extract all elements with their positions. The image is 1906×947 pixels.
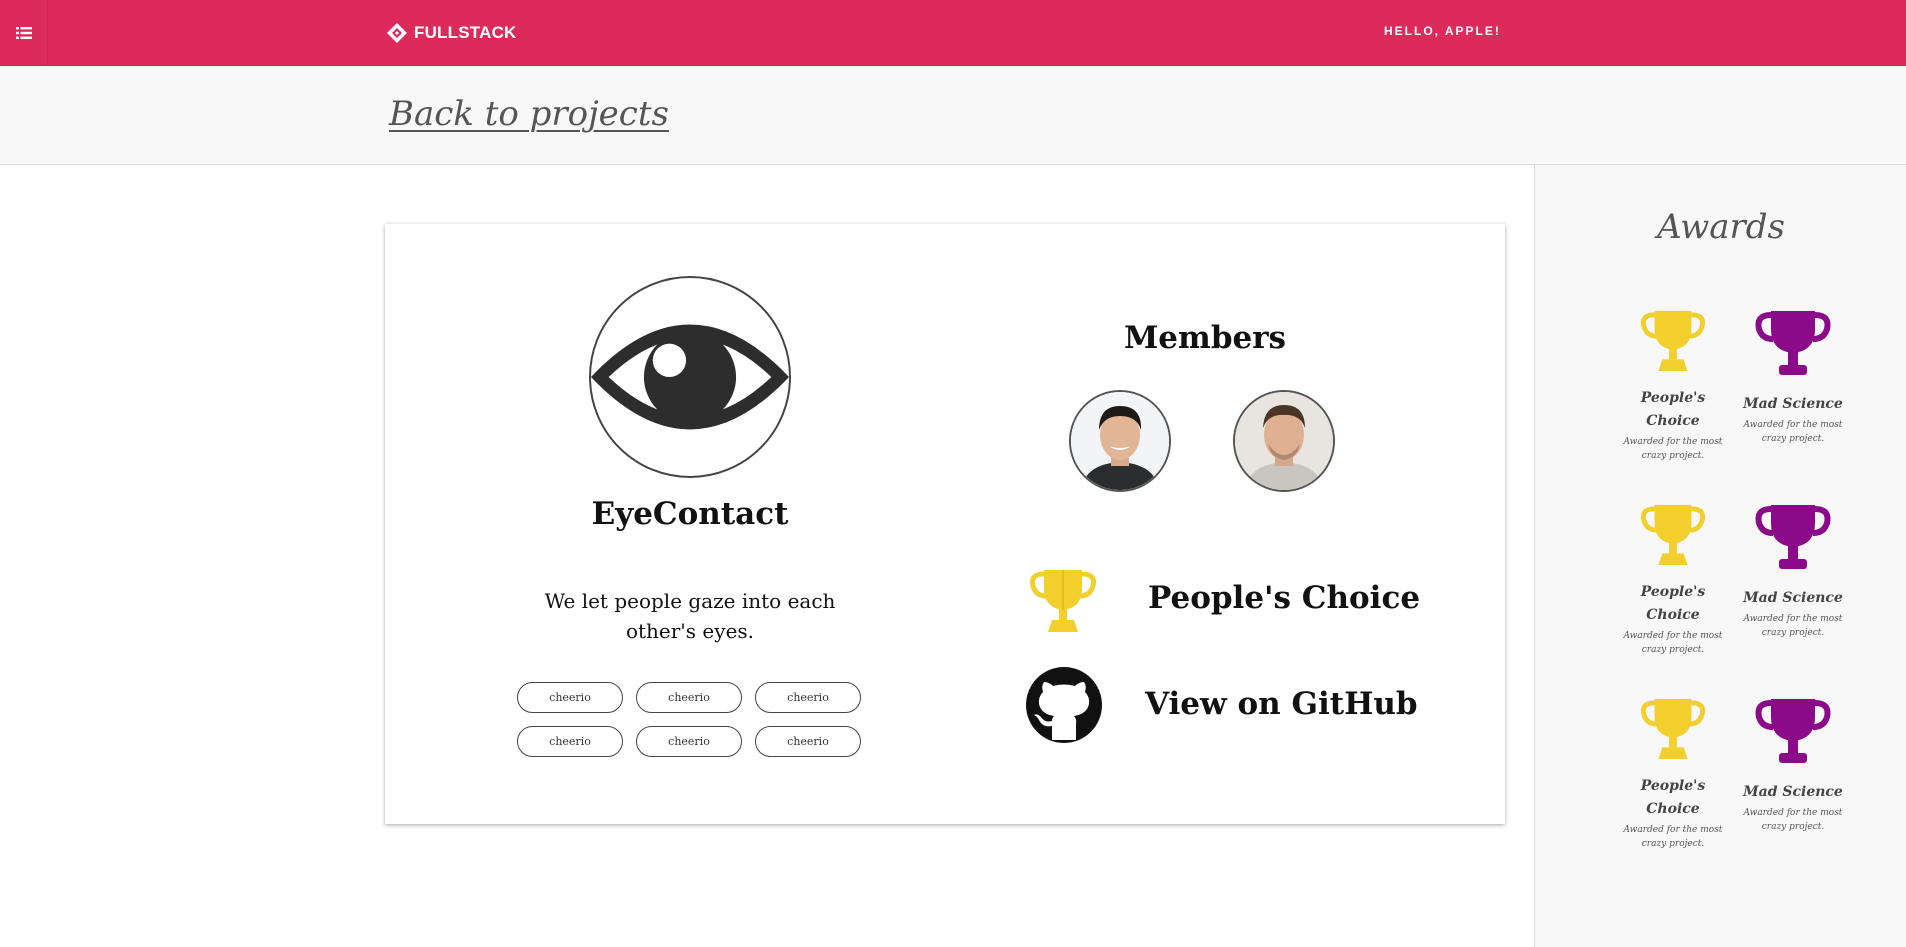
award-description: Awarded for the most crazy project. [1743, 614, 1843, 638]
award-item[interactable]: Mad Science Awarded for the most crazy p… [1738, 501, 1848, 640]
award-label: People's Choice [1148, 580, 1421, 616]
trophy-icon [1641, 504, 1705, 566]
award-description: Awarded for the most crazy project. [1743, 420, 1843, 444]
tag-chip[interactable]: cheerio [755, 726, 861, 757]
github-label: View on GitHub [1145, 686, 1418, 722]
awards-heading: Awards [1657, 207, 1785, 247]
award-name: People's Choice [1640, 584, 1706, 623]
user-greeting[interactable]: HELLO, APPLE! [1384, 24, 1501, 38]
back-to-projects-link[interactable]: Back to projects [389, 94, 669, 134]
award-item[interactable]: People's Choice Awarded for the most cra… [1618, 501, 1728, 657]
project-card: EyeContact We let people gaze into each … [385, 224, 1505, 824]
trophy-icon [1755, 699, 1831, 763]
award-description: Awarded for the most crazy project. [1623, 437, 1723, 461]
tag-chip[interactable]: cheerio [517, 726, 623, 757]
sub-header: Back to projects [0, 66, 1906, 165]
member-photo [1235, 392, 1333, 490]
award-item[interactable]: People's Choice Awarded for the most cra… [1618, 307, 1728, 463]
tag-chip[interactable]: cheerio [636, 726, 742, 757]
award-name: Mad Science [1743, 784, 1843, 800]
github-icon [1026, 667, 1102, 743]
trophy-icon [1755, 311, 1831, 375]
trophy-icon [1755, 505, 1831, 569]
member-photo [1071, 392, 1169, 490]
top-navbar: FULLSTACK HELLO, APPLE! [0, 0, 1906, 66]
award-description: Awarded for the most crazy project. [1623, 631, 1723, 655]
project-award: People's Choice [1030, 566, 1430, 638]
eye-icon [591, 324, 789, 430]
member-avatar[interactable] [1233, 390, 1335, 492]
project-logo [589, 276, 791, 478]
award-name: People's Choice [1640, 390, 1706, 429]
trophy-icon [1030, 570, 1096, 632]
award-item[interactable]: Mad Science Awarded for the most crazy p… [1738, 307, 1848, 446]
award-description: Awarded for the most crazy project. [1743, 808, 1843, 832]
awards-sidebar: Awards People's Choice Awarded for the m… [1534, 165, 1906, 947]
github-link[interactable]: View on GitHub [1025, 666, 1445, 746]
project-name: EyeContact [591, 496, 789, 532]
trophy-icon [1641, 698, 1705, 760]
fullstack-logo-icon [387, 23, 407, 43]
award-name: People's Choice [1640, 778, 1706, 817]
tag-chip[interactable]: cheerio [755, 682, 861, 713]
project-description: We let people gaze into each other's eye… [544, 589, 836, 643]
award-item[interactable]: Mad Science Awarded for the most crazy p… [1738, 695, 1848, 834]
award-name: Mad Science [1743, 396, 1843, 412]
list-icon [15, 27, 32, 39]
brand-logo[interactable]: FULLSTACK [386, 18, 517, 48]
brand-name: FULLSTACK [414, 23, 517, 42]
member-avatar[interactable] [1069, 390, 1171, 492]
menu-button[interactable] [0, 0, 48, 66]
award-name: Mad Science [1743, 590, 1843, 606]
trophy-icon [1641, 310, 1705, 372]
tag-list: cheerio cheerio cheerio cheerio cheerio … [517, 682, 863, 757]
tag-chip[interactable]: cheerio [517, 682, 623, 713]
members-heading: Members [1123, 320, 1287, 356]
award-description: Awarded for the most crazy project. [1623, 825, 1723, 849]
tag-chip[interactable]: cheerio [636, 682, 742, 713]
award-item[interactable]: People's Choice Awarded for the most cra… [1618, 695, 1728, 851]
